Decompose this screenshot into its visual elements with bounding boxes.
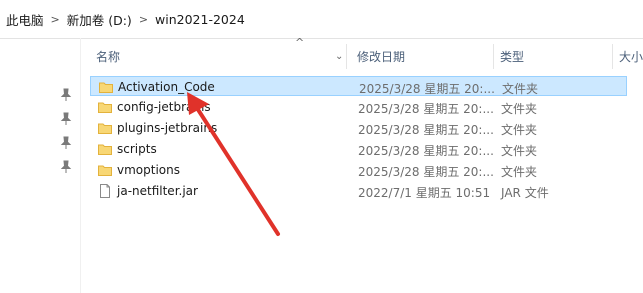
file-name: Activation_Code [118,80,215,94]
file-name: plugins-jetbrains [117,121,218,135]
file-row-ja-netfilter-jar[interactable]: ja-netfilter.jar 2022/7/1 星期五 10:51 JAR … [90,181,627,201]
file-name: config-jetbrains [117,100,211,114]
file-name: scripts [117,142,157,156]
address-bar[interactable]: 此电脑 > 新加卷 (D:) > win2021-2024 [0,0,643,39]
column-divider[interactable] [612,44,613,69]
column-header-size[interactable]: 大小 [619,44,643,69]
pin-icon[interactable] [59,112,73,126]
file-type: JAR 文件 [501,186,549,200]
file-type: 文件夹 [501,165,538,179]
file-name: vmoptions [117,163,180,177]
breadcrumb-current-folder[interactable]: win2021-2024 [155,12,245,27]
column-divider[interactable] [346,44,347,69]
file-type: 文件夹 [501,144,538,158]
file-date: 2025/3/28 星期五 20:... [358,102,494,116]
file-row-scripts[interactable]: scripts 2025/3/28 星期五 20:... 文件夹 [90,139,627,159]
file-row-plugins-jetbrains[interactable]: plugins-jetbrains 2025/3/28 星期五 20:... 文… [90,118,627,138]
file-row-vmoptions[interactable]: vmoptions 2025/3/28 星期五 20:... 文件夹 [90,160,627,180]
file-icon [98,184,112,198]
sort-ascending-icon: ^ [295,36,305,49]
file-name: ja-netfilter.jar [117,184,198,198]
pin-icon[interactable] [59,160,73,174]
file-row-config-jetbrains[interactable]: config-jetbrains 2025/3/28 星期五 20:... 文件… [90,97,627,117]
folder-icon [98,142,112,156]
folder-icon [99,80,113,94]
file-date: 2025/3/28 星期五 20:... [358,144,494,158]
file-type: 文件夹 [501,102,538,116]
folder-icon [98,121,112,135]
column-header-name[interactable]: 名称 [96,44,120,69]
breadcrumb-separator-icon[interactable]: > [139,13,148,26]
file-date: 2025/3/28 星期五 20:... [359,82,495,96]
breadcrumb-separator-icon[interactable]: > [51,13,60,26]
file-date: 2022/7/1 星期五 10:51 [358,186,491,200]
column-header-type[interactable]: 类型 [500,44,524,69]
file-date: 2025/3/28 星期五 20:... [358,123,494,137]
breadcrumb-drive-d[interactable]: 新加卷 (D:) [67,10,132,29]
file-date: 2025/3/28 星期五 20:... [358,165,494,179]
folder-icon [98,163,112,177]
navigation-pane [0,38,81,293]
column-header-bar: ^ 名称 ⌄ 修改日期 类型 大小 [81,37,643,69]
pin-icon[interactable] [59,136,73,150]
folder-icon [98,100,112,114]
file-type: 文件夹 [501,123,538,137]
column-header-date[interactable]: 修改日期 [357,44,405,69]
chevron-down-icon[interactable]: ⌄ [335,44,343,69]
pin-icon[interactable] [59,88,73,102]
file-row-activation-code[interactable]: Activation_Code 2025/3/28 星期五 20:... 文件夹 [90,76,627,96]
column-divider[interactable] [493,44,494,69]
breadcrumb-this-pc[interactable]: 此电脑 [0,10,44,29]
file-type: 文件夹 [502,82,539,96]
